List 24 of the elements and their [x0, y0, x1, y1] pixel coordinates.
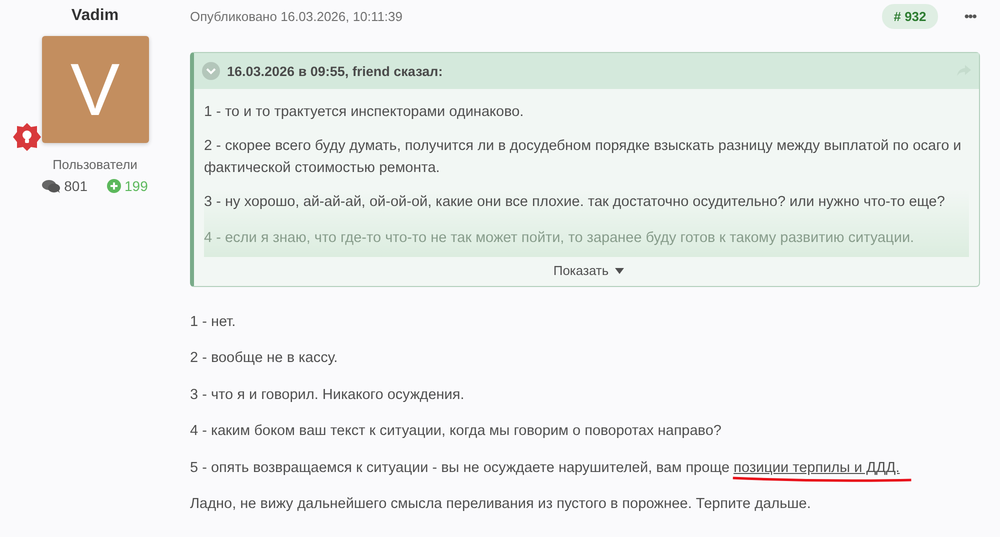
plus-icon: [106, 179, 120, 193]
post-paragraph: Ладно, не вижу дальнейшего смысла переливания из пустого в порожнее. Терпите дальше.: [190, 495, 812, 514]
username[interactable]: Vadim: [71, 7, 119, 25]
post-paragraph: 3 - что я и говорил. Никакого осуждения.: [190, 386, 466, 404]
quote-line: 1 - то и то трактуется инспекторами одинаково.: [204, 103, 525, 122]
quote-line: 3 - ну хорошо, ай-ай-ай, ой-ой-ой, какие они все плохие. так достаточно осудительно? или нужно что-то еще?: [204, 193, 946, 212]
post-number[interactable]: # 932: [882, 4, 938, 28]
more-menu-button[interactable]: •••: [960, 8, 980, 24]
user-group: Пользователи: [52, 157, 138, 172]
message-count: 801: [64, 178, 88, 194]
quote-line: 4 - если я знаю, что где-то что-то не так может пойти, то заранее буду готов к такому развитию ситуации.: [204, 229, 916, 248]
collapse-toggle-icon[interactable]: [202, 62, 220, 80]
post-paragraph: 1 - нет.: [190, 312, 237, 332]
post-paragraph: 5 - опять возвращаемся к ситуации - вы не осуждаете нарушителей, вам проще позиции терпилы и ДДД.: [190, 458, 980, 478]
expand-button[interactable]: Показать: [549, 263, 613, 278]
text-link[interactable]: позиции терпилы и ДДД.: [734, 460, 900, 476]
post-paragraph: 4 - каким боком ваш текст к ситуации, когда мы говорим о поворотах направо?: [190, 422, 722, 441]
messages-icon: [42, 179, 60, 193]
lightbulb-badge-icon: [12, 122, 42, 152]
post-paragraph: 2 - вообще не в кассу.: [190, 349, 339, 368]
caret-down-icon[interactable]: [614, 268, 624, 274]
reaction-count: 199: [124, 178, 148, 194]
quote-line: 2 - скорее всего буду думать, получится ли в досудебном порядке взыскать разницу между выплатой по осаго и фактической стоимостью ремонта.: [204, 137, 962, 178]
publish-date: Опубликовано 16.03.2026, 10:11:39: [190, 8, 404, 24]
